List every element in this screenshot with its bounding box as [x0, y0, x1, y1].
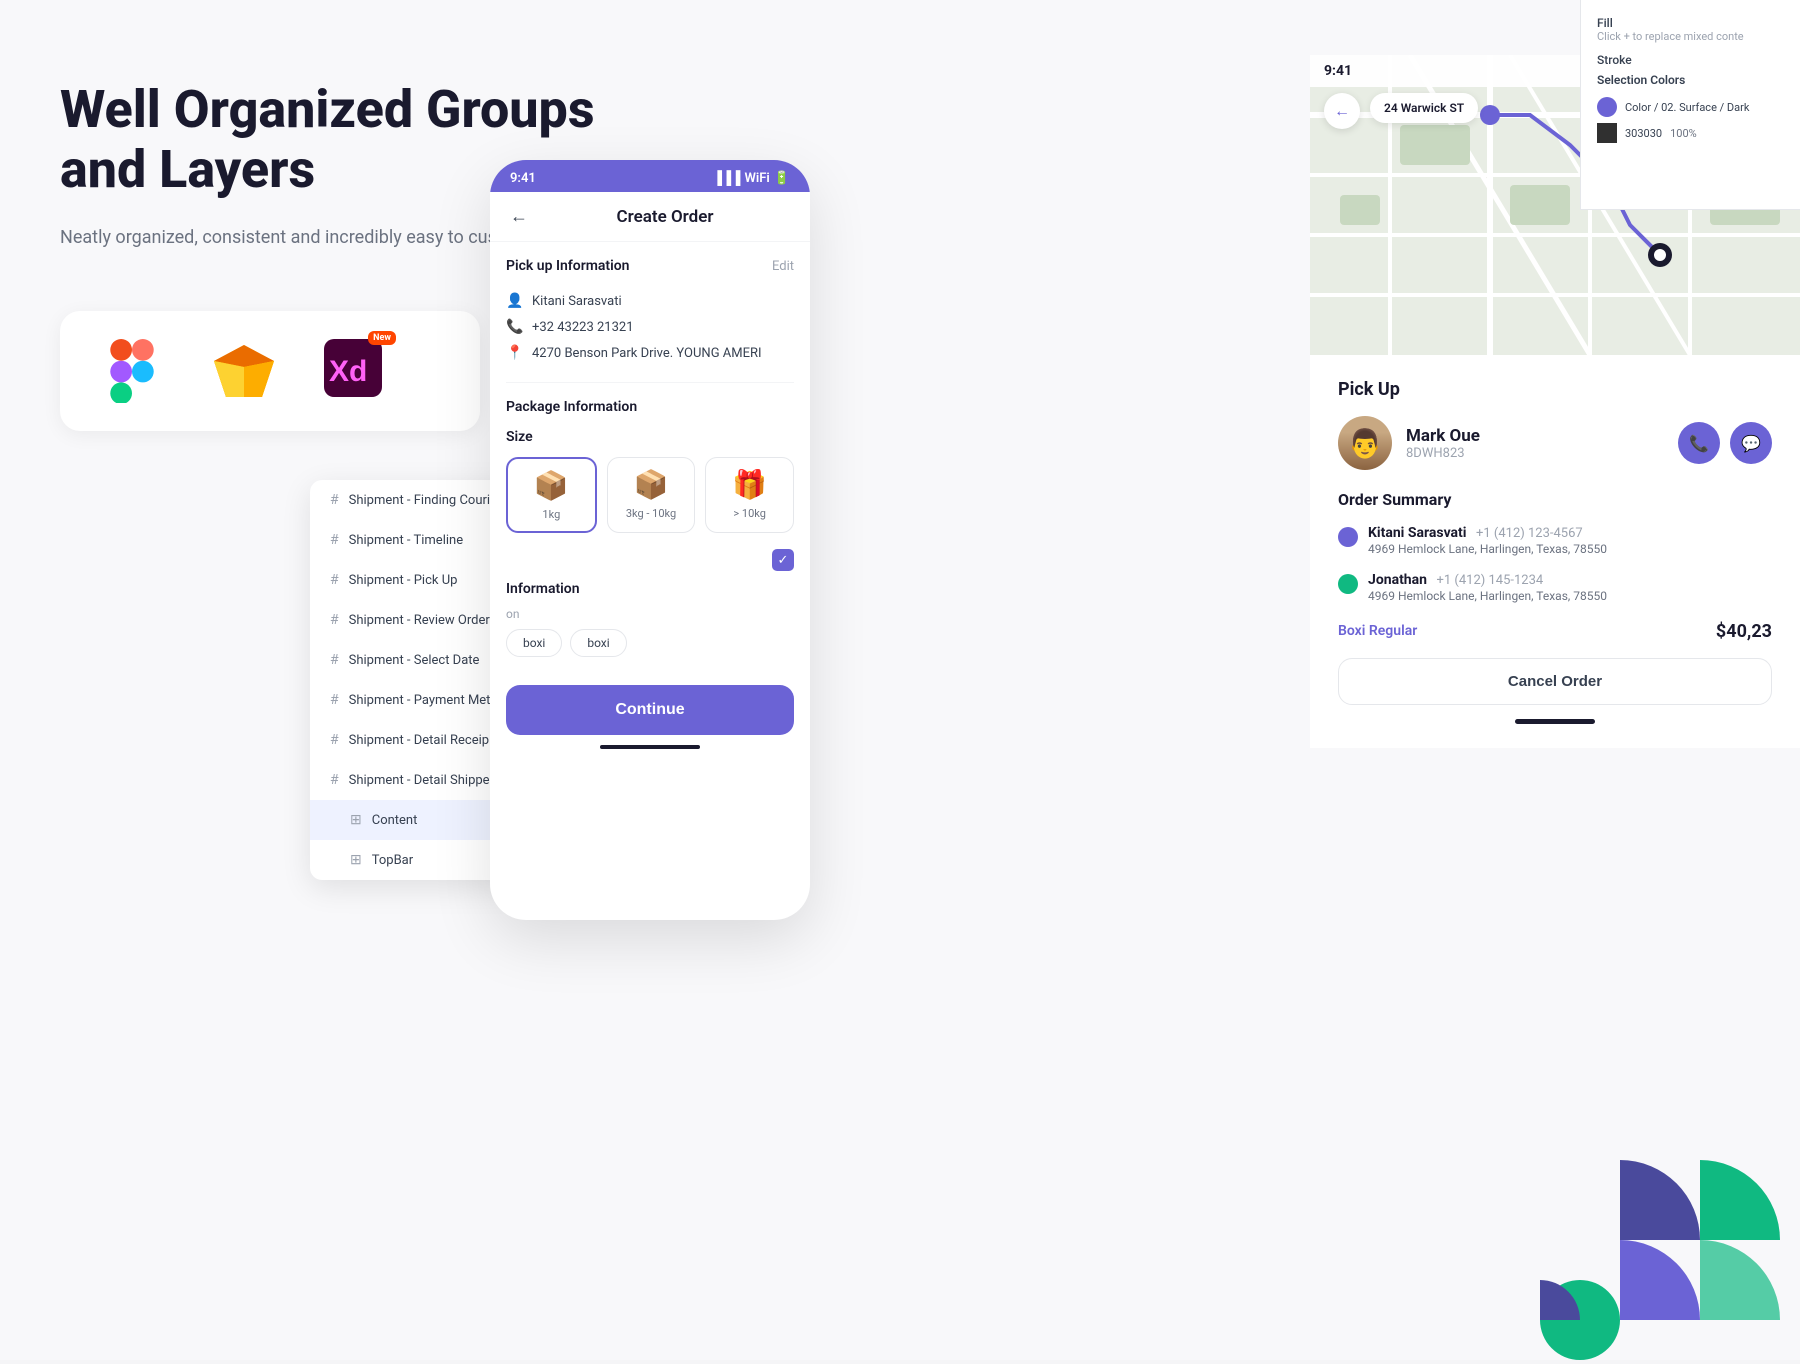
design-panel: Fill Click + to replace mixed conte Stro…: [1580, 0, 1800, 210]
courier-tag-1[interactable]: boxi: [506, 629, 562, 657]
sketch-icon: [212, 339, 276, 403]
address-row: 📍 4270 Benson Park Drive. YOUNG AMERI: [506, 340, 794, 366]
person1-dot: [1338, 527, 1358, 547]
phone-value: +32 43223 21321: [532, 320, 634, 335]
name-value: Kitani Sarasvati: [532, 294, 622, 309]
continue-button[interactable]: Continue: [506, 685, 794, 735]
phone-nav: ← Create Order: [490, 192, 810, 242]
courier-on-label: on: [506, 607, 794, 621]
color-hex: 303030: [1625, 127, 1662, 140]
edit-label[interactable]: Edit: [772, 259, 794, 274]
divider: [506, 382, 794, 383]
color-swatch-dark: 303030 100%: [1597, 123, 1784, 143]
selection-colors-label: Selection Colors: [1597, 73, 1784, 87]
order-summary-label: Order Summary: [1338, 490, 1772, 509]
color-pct: 100%: [1670, 127, 1697, 140]
person2-address: 4969 Hemlock Lane, Harlingen, Texas, 785…: [1368, 588, 1607, 605]
person2-dot: [1338, 574, 1358, 594]
status-icons: ▐▐▐ WiFi 🔋: [713, 170, 790, 186]
driver-row: 👨 Mark Oue 8DWH823 📞 💬: [1338, 416, 1772, 470]
price-value: $40,23: [1716, 621, 1772, 642]
fill-note: Click + to replace mixed conte: [1597, 30, 1784, 43]
package-section-header: Package Information: [506, 399, 794, 415]
package-section-label: Package Information: [506, 399, 637, 415]
message-button[interactable]: 💬: [1730, 422, 1772, 464]
svg-text:Xd: Xd: [329, 355, 367, 388]
size-options: 📦 1kg 📦 3kg - 10kg 🎁 > 10kg: [506, 457, 794, 533]
driver-avatar: 👨: [1338, 416, 1392, 470]
person2-phone: +1 (412) 145-1234: [1436, 573, 1543, 588]
person1-address: 4969 Hemlock Lane, Harlingen, Texas, 785…: [1368, 541, 1607, 558]
map-time: 9:41: [1324, 63, 1352, 79]
stroke-label: Stroke: [1597, 53, 1784, 67]
person2-name: Jonathan +1 (412) 145-1234: [1368, 572, 1607, 588]
color-circle-purple: [1597, 97, 1617, 117]
bottom-handle: [1515, 719, 1595, 724]
color-swatch-purple: Color / 02. Surface / Dark: [1597, 97, 1784, 117]
size-2-label: 3kg - 10kg: [626, 507, 676, 520]
price-row: Boxi Regular $40,23: [1338, 621, 1772, 642]
service-name: Boxi Regular: [1338, 623, 1417, 639]
phone-row: 📞 +32 43223 21321: [506, 314, 794, 340]
color-square-dark: [1597, 123, 1617, 143]
map-status: 9:41: [1310, 55, 1580, 87]
xd-icon-container: New Xd: [324, 339, 388, 403]
pickup-section-header: Pick up Information Edit: [506, 258, 794, 274]
person1-phone: +1 (412) 123-4567: [1476, 526, 1583, 541]
courier-tag-2[interactable]: boxi: [570, 629, 626, 657]
driver-info: Mark Oue 8DWH823: [1406, 426, 1664, 461]
size-3-label: > 10kg: [733, 507, 766, 520]
person-icon: 👤: [506, 293, 522, 309]
pickup-section-label: Pick up Information: [506, 258, 630, 274]
back-button[interactable]: ←: [510, 206, 528, 227]
size-card-3[interactable]: 🎁 > 10kg: [705, 457, 794, 533]
size-card-2[interactable]: 📦 3kg - 10kg: [607, 457, 696, 533]
checkbox-row: ✓: [506, 549, 794, 571]
name-row: 👤 Kitani Sarasvati: [506, 288, 794, 314]
person1-name: Kitani Sarasvati +1 (412) 123-4567: [1368, 525, 1607, 541]
main-content: Well Organized Groups and Layers Neatly …: [0, 0, 1800, 1360]
status-bar: 9:41 ▐▐▐ WiFi 🔋: [490, 160, 810, 192]
xd-badge: New: [368, 331, 396, 345]
person1-row: Kitani Sarasvati +1 (412) 123-4567 4969 …: [1338, 525, 1772, 558]
fill-label: Fill: [1597, 16, 1784, 30]
decorative-shapes: [1540, 1160, 1800, 1360]
size-card-1[interactable]: 📦 1kg: [506, 457, 597, 533]
person2-row: Jonathan +1 (412) 145-1234 4969 Hemlock …: [1338, 572, 1772, 605]
map-address: 24 Warwick ST: [1370, 93, 1478, 123]
address-value: 4270 Benson Park Drive. YOUNG AMERI: [532, 346, 762, 361]
driver-code: 8DWH823: [1406, 446, 1664, 461]
home-indicator: [600, 745, 700, 749]
call-button[interactable]: 📞: [1678, 422, 1720, 464]
color-name: Color / 02. Surface / Dark: [1625, 101, 1749, 114]
tool-icons-card: New Xd: [60, 311, 480, 431]
figma-icon: [100, 339, 164, 403]
location-icon: 📍: [506, 345, 522, 361]
courier-options: boxi boxi: [506, 629, 794, 657]
cancel-button[interactable]: Cancel Order: [1338, 658, 1772, 705]
screen-title: Create Order: [540, 207, 790, 227]
size-label: Size: [506, 429, 794, 445]
phone-icon: 📞: [506, 319, 522, 335]
info-label: Information: [506, 581, 794, 597]
order-panel: Pick Up 👨 Mark Oue 8DWH823 📞 💬 Order Sum…: [1310, 355, 1800, 748]
driver-name: Mark Oue: [1406, 426, 1664, 446]
driver-actions: 📞 💬: [1678, 422, 1772, 464]
phone-body: Pick up Information Edit 👤 Kitani Sarasv…: [490, 242, 810, 765]
time-label: 9:41: [510, 171, 536, 186]
phone-mockup: 9:41 ▐▐▐ WiFi 🔋 ← Create Order Pick up I…: [490, 160, 810, 920]
checkbox[interactable]: ✓: [772, 549, 794, 571]
pickup-label: Pick Up: [1338, 379, 1772, 400]
map-back-button[interactable]: ←: [1324, 93, 1360, 129]
size-1-label: 1kg: [542, 508, 560, 521]
